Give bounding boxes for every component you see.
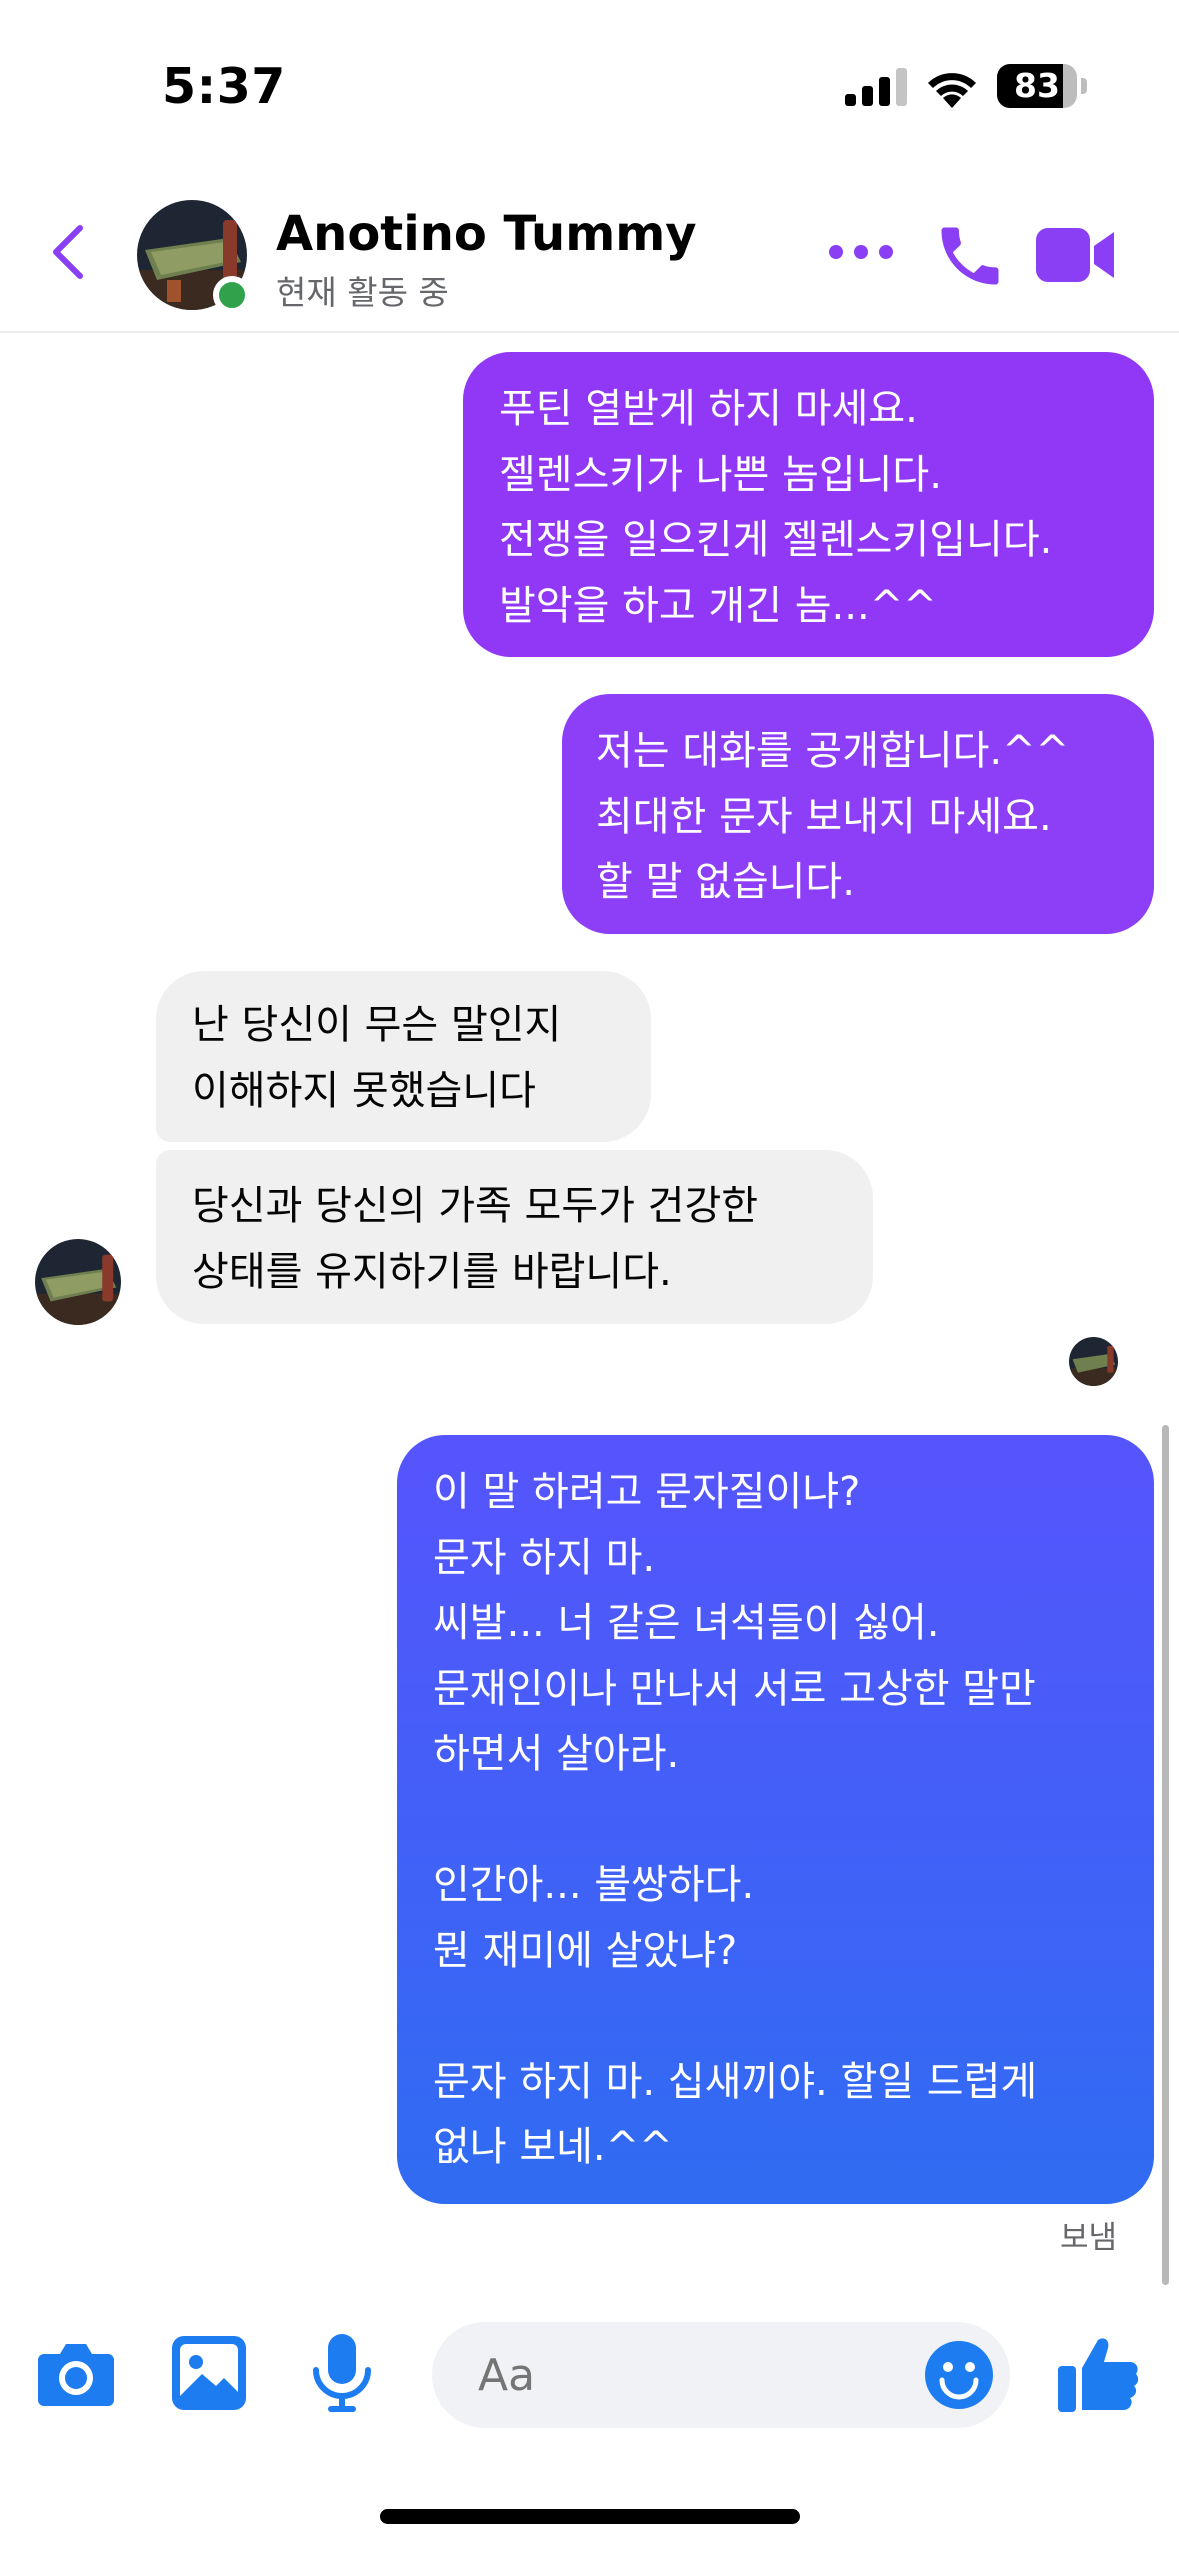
outgoing-message[interactable]: 저는 대화를 공개합니다.^^ 최대한 문자 보내지 마세요. 할 말 없습니다… [562, 694, 1154, 934]
contact-name[interactable]: Anotino Tummy [276, 206, 697, 262]
back-chevron-icon[interactable] [48, 222, 88, 282]
incoming-message[interactable]: 난 당신이 무슨 말인지 이해하지 못했습니다 [156, 971, 651, 1142]
online-status-dot [213, 276, 251, 314]
avatar-image [1069, 1337, 1118, 1386]
microphone-icon[interactable] [310, 2334, 374, 2414]
contact-active-status: 현재 활동 중 [276, 273, 449, 312]
status-bar: 5:37 83 [0, 0, 1179, 170]
chat-header: Anotino Tummy 현재 활동 중 [0, 170, 1179, 333]
messenger-chat-screen: 5:37 83 Anotino Tummy 현재 활동 중 푸틴 열받게 하지 … [0, 0, 1179, 2556]
home-indicator[interactable] [380, 2509, 800, 2524]
avatar-image [35, 1239, 121, 1325]
more-icon[interactable] [828, 242, 894, 262]
read-receipt-avatar [1069, 1337, 1118, 1386]
battery-percent: 83 [1014, 66, 1060, 105]
battery-indicator: 83 [997, 64, 1089, 108]
message-input-box[interactable] [432, 2322, 1010, 2428]
sent-status-label: 보냄 [1059, 2220, 1117, 2256]
incoming-message[interactable]: 당신과 당신의 가족 모두가 건강한 상태를 유지하기를 바랍니다. [156, 1150, 873, 1324]
cellular-signal-icon [845, 68, 907, 106]
sender-avatar[interactable] [35, 1239, 121, 1325]
wifi-icon [928, 73, 976, 108]
camera-icon[interactable] [38, 2340, 114, 2406]
outgoing-message[interactable]: 이 말 하려고 문자질이냐? 문자 하지 마. 씨발... 너 같은 녀석들이 … [397, 1435, 1154, 2204]
phone-icon[interactable] [932, 218, 1008, 294]
scrollbar[interactable] [1162, 1425, 1169, 2285]
contact-avatar[interactable] [137, 200, 251, 314]
message-input[interactable] [478, 2350, 878, 2401]
status-time: 5:37 [162, 58, 286, 115]
thumbs-up-icon[interactable] [1058, 2334, 1138, 2414]
video-camera-icon[interactable] [1036, 222, 1116, 288]
outgoing-message[interactable]: 푸틴 열받게 하지 마세요. 젤렌스키가 나쁜 놈입니다. 전쟁을 일으킨게 젤… [463, 352, 1154, 657]
emoji-icon[interactable] [924, 2340, 994, 2410]
message-composer [0, 2300, 1179, 2460]
gallery-icon[interactable] [172, 2336, 246, 2410]
